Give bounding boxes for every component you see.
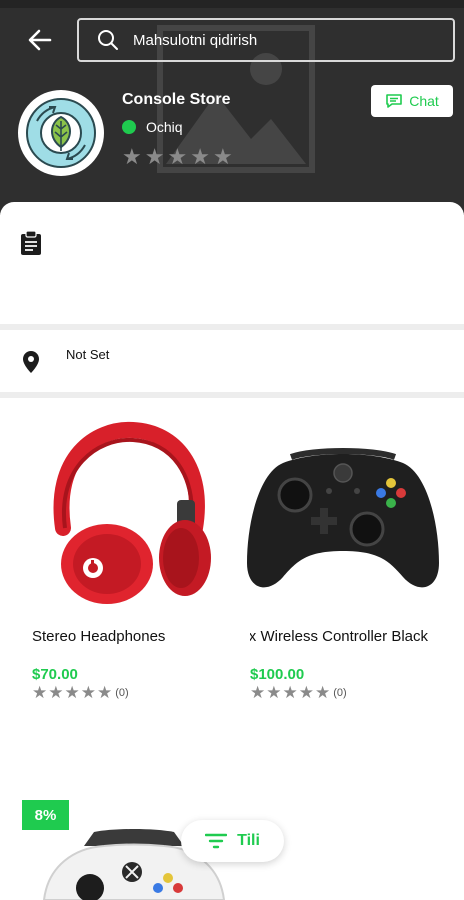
star-icon: ★ bbox=[315, 683, 331, 702]
store-logo bbox=[18, 90, 104, 176]
product-image bbox=[240, 418, 445, 608]
product-card[interactable]: Stereo Headphones $70.00 ★ ★ ★ ★ ★ (0) bbox=[22, 410, 227, 710]
chat-icon bbox=[386, 94, 403, 108]
star-icon: ★ bbox=[250, 683, 266, 702]
discount-badge: 8% bbox=[22, 800, 69, 830]
star-icon: ★ bbox=[64, 683, 80, 702]
product-rating: ★ ★ ★ ★ ★ (0) bbox=[32, 684, 129, 701]
back-button[interactable] bbox=[22, 24, 58, 56]
filter-icon bbox=[205, 833, 228, 849]
rating-count: (0) bbox=[333, 686, 347, 699]
star-icon: ★ bbox=[167, 144, 188, 169]
address-row: Not Set bbox=[0, 330, 464, 392]
product-rating: ★ ★ ★ ★ ★ (0) bbox=[250, 684, 347, 701]
search-placeholder: Mahsulotni qidirish bbox=[133, 31, 258, 49]
star-icon: ★ bbox=[122, 144, 142, 169]
store-header: Mahsulotni qidirish Console Store Ochiq … bbox=[0, 0, 464, 215]
search-icon bbox=[98, 30, 118, 50]
leaf-logo-icon bbox=[21, 93, 101, 173]
status-label: Ochiq bbox=[146, 119, 183, 135]
xbox-controller-icon bbox=[246, 448, 439, 588]
product-card[interactable]: Xbox Wireless Controller Black $100.00 ★… bbox=[240, 410, 445, 710]
star-icon: ★ bbox=[32, 683, 48, 702]
red-headphones-icon bbox=[53, 421, 211, 604]
product-image bbox=[22, 418, 227, 608]
store-name: Console Store bbox=[122, 91, 231, 108]
filter-button[interactable]: Tili bbox=[181, 820, 284, 862]
star-icon: ★ bbox=[48, 683, 64, 702]
star-icon: ★ bbox=[144, 144, 165, 169]
status-bar bbox=[0, 0, 464, 8]
store-screen: Mahsulotni qidirish Console Store Ochiq … bbox=[0, 0, 464, 900]
star-icon: ★ bbox=[190, 144, 210, 169]
divider bbox=[0, 392, 464, 398]
rating-count: (0) bbox=[115, 686, 129, 699]
location-pin-icon bbox=[23, 351, 39, 373]
product-price: $100.00 bbox=[250, 666, 305, 683]
product-name: Xbox Wireless Controller Black bbox=[250, 628, 428, 645]
search-input[interactable]: Mahsulotni qidirish bbox=[77, 18, 455, 62]
star-icon: ★ bbox=[212, 144, 233, 169]
status-dot-icon bbox=[122, 120, 136, 134]
star-icon: ★ bbox=[97, 683, 113, 702]
product-price: $70.00 bbox=[32, 666, 78, 683]
filter-label: Tili bbox=[237, 832, 260, 849]
clipboard-icon bbox=[21, 230, 41, 255]
star-icon: ★ bbox=[266, 683, 282, 702]
product-name: Stereo Headphones bbox=[32, 628, 166, 645]
store-status: Ochiq bbox=[122, 119, 183, 135]
star-icon: ★ bbox=[282, 683, 298, 702]
store-rating: ★ ★ ★ ★ ★ bbox=[122, 146, 233, 168]
star-icon: ★ bbox=[298, 683, 314, 702]
arrow-left-icon bbox=[28, 29, 52, 51]
chat-button[interactable]: Chat bbox=[371, 85, 453, 117]
address-text: Not Set bbox=[66, 347, 110, 362]
star-icon: ★ bbox=[80, 683, 96, 702]
chat-label: Chat bbox=[409, 93, 439, 109]
store-info-card bbox=[0, 202, 464, 324]
